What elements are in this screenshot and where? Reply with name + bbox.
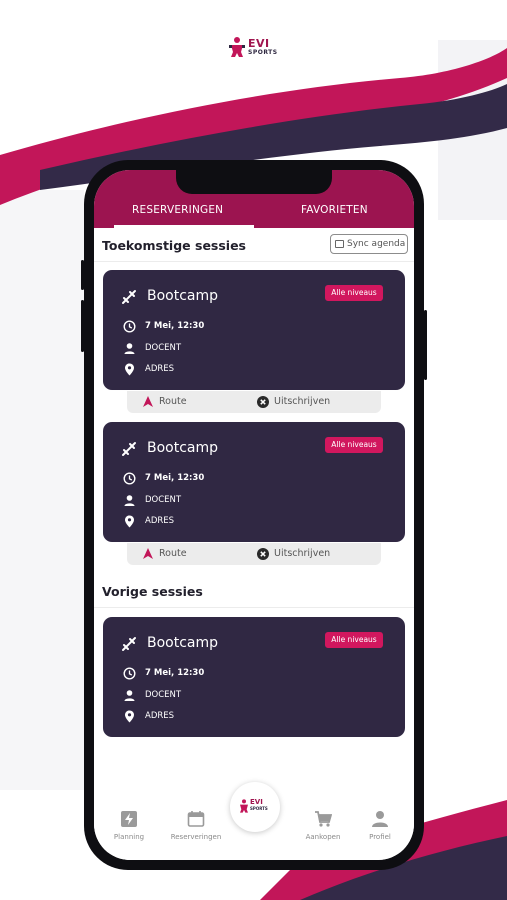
tab-reservations[interactable]: RESERVERINGEN [132,204,223,216]
level-badge: Alle niveaus [325,285,383,301]
past-sessions-title: Vorige sessies [102,584,203,599]
session-name: Bootcamp [147,635,219,651]
brand-sub: SPORTS [248,49,278,56]
phone-side-button [81,260,84,290]
home-logo-button[interactable]: EVI SPORTS [230,782,280,832]
phone-notch [176,170,332,194]
person-icon [124,343,135,354]
level-badge: Alle niveaus [325,437,383,453]
tab-favorites[interactable]: FAVORIETEN [301,204,368,216]
brand-sub: SPORTS [250,806,268,811]
location-pin-icon [125,363,134,376]
unsubscribe-button[interactable]: Uitschrijven [274,396,330,407]
nav-planning-label: Planning [113,833,145,841]
location-pin-icon [125,515,134,528]
upcoming-sessions-title: Toekomstige sessies [102,238,247,253]
dumbbell-icon [122,290,136,304]
session-actions: Route Uitschrijven [127,543,381,565]
session-address: ADRES [145,364,175,374]
cart-icon [315,811,332,827]
session-address: ADRES [145,516,175,526]
brand-name: EVI [250,798,263,806]
session-card[interactable]: Bootcamp Alle niveaus 7 Mei, 12:30 DOCEN… [103,422,405,542]
session-instructor: DOCENT [145,343,182,353]
session-datetime: 7 Mei, 12:30 [145,668,205,678]
dumbbell-icon [122,637,136,651]
navigation-arrow-icon [143,548,153,559]
section-divider [94,261,414,262]
session-instructor: DOCENT [145,495,182,505]
dumbbell-icon [122,442,136,456]
brand-logo: EVI SPORTS [238,798,274,816]
person-icon [372,811,388,827]
active-tab-indicator [114,225,254,228]
bottom-navigation: Planning Reserveringen EVI SPORTS Aankop… [94,782,414,860]
session-instructor: DOCENT [145,690,182,700]
session-card[interactable]: Bootcamp Alle niveaus 7 Mei, 12:30 DOCEN… [103,617,405,737]
cancel-circle-icon [257,548,269,560]
nav-purchases[interactable]: Aankopen [293,800,353,850]
lightning-icon [121,811,137,827]
session-address: ADRES [145,711,175,721]
nav-reservations[interactable]: Reserveringen [166,800,226,850]
navigation-arrow-icon [143,396,153,407]
nav-reservations-label: Reserveringen [170,833,222,841]
route-button[interactable]: Route [159,396,187,407]
session-name: Bootcamp [147,440,219,456]
brand-logo: EVI SPORTS [228,34,284,62]
section-divider [94,607,414,608]
calendar-icon [335,240,344,248]
level-badge: Alle niveaus [325,632,383,648]
nav-profile-label: Profiel [369,833,391,841]
clock-icon [123,667,136,680]
app-screen: RESERVERINGEN FAVORIETEN Toekomstige ses… [94,170,414,860]
route-button[interactable]: Route [159,548,187,559]
person-icon [124,495,135,506]
cancel-circle-icon [257,396,269,408]
brand-figure-icon [229,37,245,57]
session-name: Bootcamp [147,288,219,304]
clock-icon [123,320,136,333]
phone-side-button [424,310,427,380]
session-datetime: 7 Mei, 12:30 [145,321,205,331]
session-actions: Route Uitschrijven [127,391,381,413]
sync-agenda-button[interactable]: Sync agenda [330,234,408,254]
clock-icon [123,472,136,485]
nav-planning[interactable]: Planning [99,800,159,850]
unsubscribe-button[interactable]: Uitschrijven [274,548,330,559]
sync-agenda-label: Sync agenda [347,239,406,249]
nav-purchases-label: Aankopen [305,833,341,841]
app-showcase: EVI SPORTS RESERVERINGEN FAVORIETEN Toek… [0,0,507,900]
person-icon [124,690,135,701]
phone-side-button [81,300,84,352]
calendar-icon [187,811,205,827]
location-pin-icon [125,710,134,723]
brand-figure-icon [240,799,248,813]
nav-profile[interactable]: Profiel [350,800,410,850]
session-card[interactable]: Bootcamp Alle niveaus 7 Mei, 12:30 DOCEN… [103,270,405,390]
phone-frame: RESERVERINGEN FAVORIETEN Toekomstige ses… [81,160,427,870]
session-datetime: 7 Mei, 12:30 [145,473,205,483]
